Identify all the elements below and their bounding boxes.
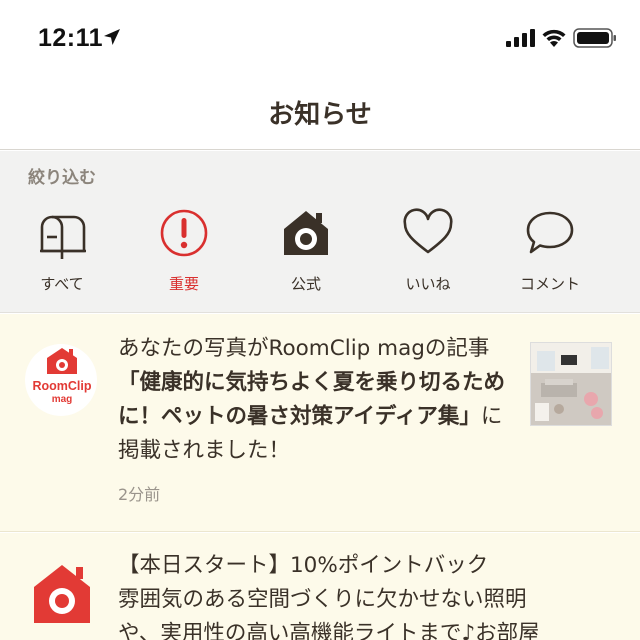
notice-message-prefix: あなたの写真がRoomClip magの記事 (118, 336, 490, 361)
page-title: お知らせ (268, 100, 372, 130)
filter-all-button[interactable]: すべて (12, 207, 112, 307)
notice-item[interactable]: 【本日スタート】10%ポイントバック 雰囲気のある空間づくりに欠かせない照明 や… (0, 533, 640, 640)
mailbox-icon (40, 215, 86, 259)
filter-comment-button[interactable]: コメント (500, 207, 600, 307)
notice-line: 雰囲気のある空間づくりに欠かせない照明 (118, 587, 527, 612)
filter-section: 絞り込む すべて 重要 公式 いいね コメント (0, 151, 640, 313)
filter-all-label: すべて (40, 275, 84, 293)
cellular-signal-icon (506, 29, 535, 47)
notice-line: 【本日スタート】10%ポイントバック (118, 553, 489, 578)
status-bar: 12:11 (0, 0, 640, 80)
navigation-bar: お知らせ (0, 80, 640, 150)
filter-official-button[interactable]: 公式 (256, 207, 356, 307)
svg-text:RoomClip: RoomClip (32, 379, 91, 393)
notice-item[interactable]: RoomClip mag あなたの写真がRoomClip magの記事「健康的に… (0, 314, 640, 532)
filter-important-label: 重要 (168, 275, 199, 293)
notice-thumbnail[interactable] (530, 342, 612, 426)
camera-house-icon (284, 211, 328, 255)
notice-timestamp: 2分前 (118, 485, 161, 504)
filter-like-label: いいね (405, 275, 451, 293)
location-arrow-icon (104, 29, 120, 45)
notice-line: や、実用性の高い高機能ライトまで♪お部屋 (118, 621, 540, 640)
notice-article-title[interactable]: 「健康的に気持ちよく夏を乗り切るために！ペットの暑さ対策アイディア集」 (118, 370, 505, 429)
svg-text:mag: mag (52, 394, 73, 405)
roomclip-camera-house-icon (34, 565, 90, 623)
exclamation-icon (160, 209, 208, 257)
battery-icon (573, 28, 616, 48)
roomclip-mag-logo-icon: RoomClip mag (32, 348, 92, 405)
heart-icon (403, 208, 453, 254)
filter-like-button[interactable]: いいね (378, 207, 478, 307)
filter-official-label: 公式 (290, 275, 321, 293)
notice-message: あなたの写真がRoomClip magの記事「健康的に気持ちよく夏を乗り切るため… (118, 332, 518, 468)
speech-bubble-icon (526, 211, 574, 254)
notice-message: 【本日スタート】10%ポイントバック 雰囲気のある空間づくりに欠かせない照明 や… (118, 549, 618, 640)
filter-important-button[interactable]: 重要 (134, 207, 234, 307)
filter-label: 絞り込む (28, 168, 96, 188)
room-photo-image (531, 343, 611, 425)
filter-comment-label: コメント (519, 275, 580, 293)
wifi-icon (542, 29, 566, 47)
status-time: 12:11 (38, 24, 104, 52)
